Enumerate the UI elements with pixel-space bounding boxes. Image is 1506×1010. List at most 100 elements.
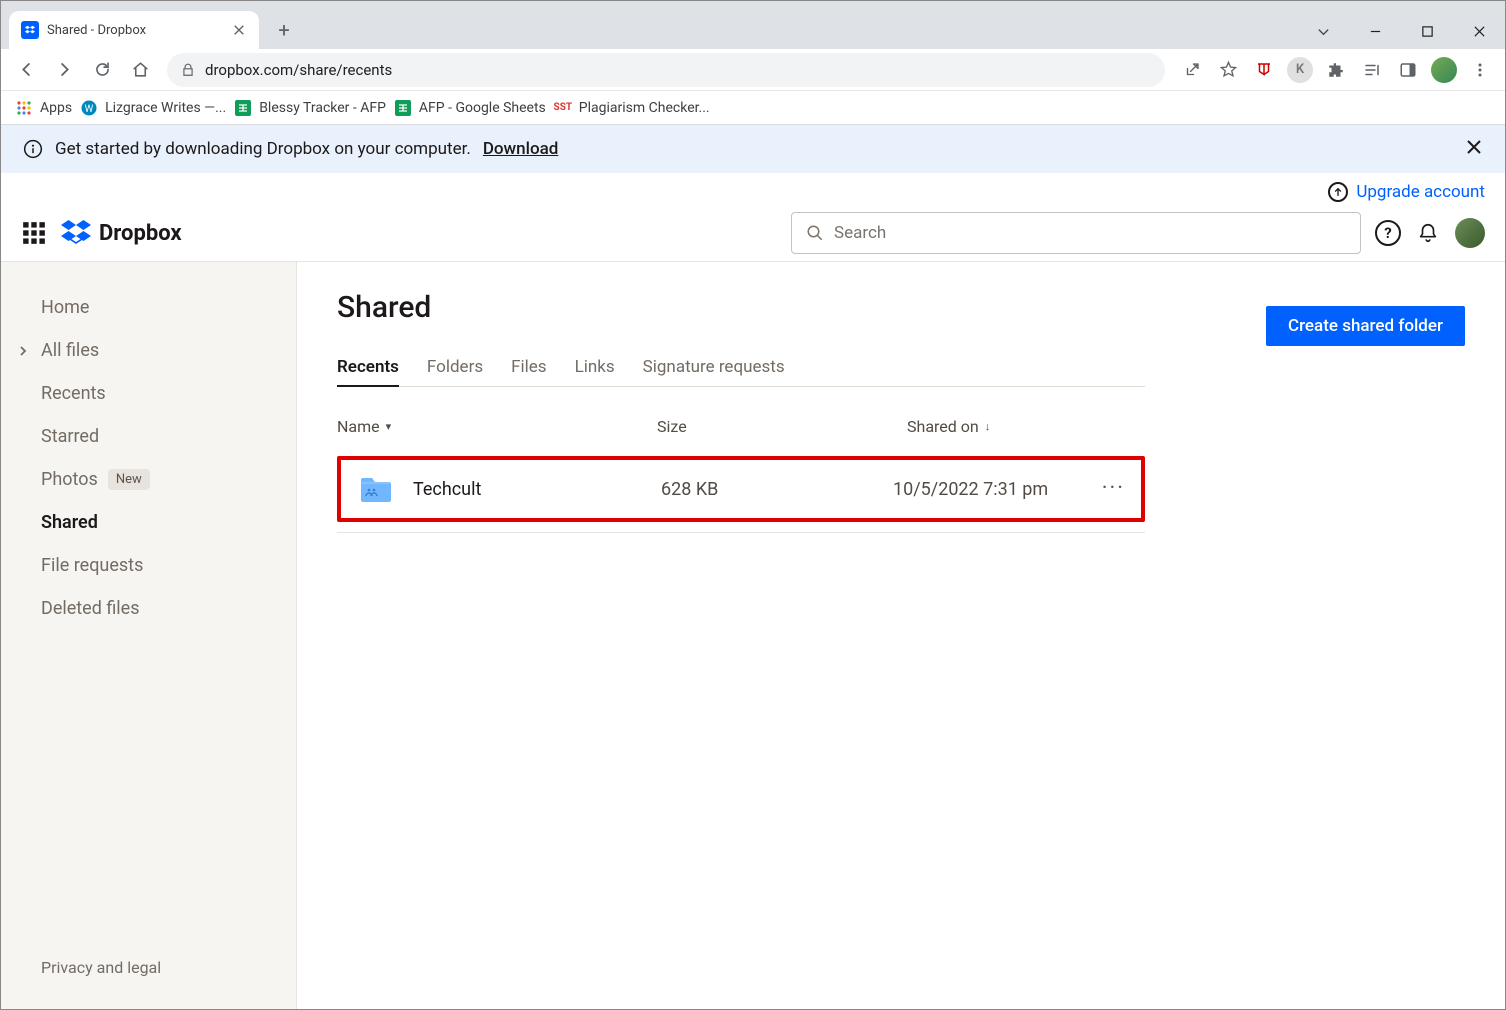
reading-list-icon[interactable] bbox=[1355, 53, 1389, 87]
row-shared-on: 10/5/2022 7:31 pm bbox=[893, 479, 1083, 500]
sidebar-item-label: Starred bbox=[41, 426, 99, 447]
sidebar-item-label: Photos bbox=[41, 469, 98, 490]
tab-files[interactable]: Files bbox=[511, 349, 546, 386]
dropbox-glyph-icon bbox=[61, 220, 91, 246]
url-text: dropbox.com/share/recents bbox=[205, 61, 392, 79]
apps-grid-icon bbox=[15, 99, 33, 117]
tab-signature-requests[interactable]: Signature requests bbox=[643, 349, 785, 386]
bookmark-lizgrace[interactable]: W Lizgrace Writes —... bbox=[80, 99, 226, 117]
extension-avatar[interactable]: K bbox=[1283, 53, 1317, 87]
bookmark-afp-sheets[interactable]: AFP - Google Sheets bbox=[394, 99, 546, 117]
close-tab-icon[interactable] bbox=[231, 22, 247, 38]
back-button[interactable] bbox=[9, 53, 43, 87]
upgrade-account-link[interactable]: Upgrade account bbox=[1356, 182, 1485, 202]
tab-label: Folders bbox=[427, 357, 483, 377]
create-shared-folder-button[interactable]: Create shared folder bbox=[1266, 306, 1465, 346]
content-area: Home All files Recents Starred Photos New… bbox=[1, 261, 1505, 1009]
sidebar-item-deleted-files[interactable]: Deleted files bbox=[1, 587, 296, 630]
help-icon[interactable]: ? bbox=[1375, 220, 1401, 246]
tab-recents[interactable]: Recents bbox=[337, 349, 399, 387]
sidebar-item-label: Home bbox=[41, 297, 89, 318]
highlighted-row: Techcult 628 KB 10/5/2022 7:31 pm ··· bbox=[337, 456, 1145, 522]
sort-caret-icon: ▾ bbox=[386, 420, 392, 433]
bookmark-label: AFP - Google Sheets bbox=[419, 100, 546, 116]
home-button[interactable] bbox=[123, 53, 157, 87]
extensions-icon[interactable] bbox=[1319, 53, 1353, 87]
dismiss-notice-button[interactable] bbox=[1465, 138, 1483, 161]
shared-table: Name ▾ Size Shared on ↓ Techcult 6 bbox=[337, 409, 1145, 533]
browser-tab[interactable]: Shared - Dropbox bbox=[9, 11, 259, 49]
window-title-bar: Shared - Dropbox + bbox=[1, 1, 1505, 49]
bookmark-blessy-tracker[interactable]: Blessy Tracker - AFP bbox=[234, 99, 386, 117]
new-tab-button[interactable]: + bbox=[269, 15, 299, 45]
address-bar[interactable]: dropbox.com/share/recents bbox=[167, 53, 1165, 87]
sort-arrow-down-icon: ↓ bbox=[985, 420, 991, 433]
column-label: Shared on bbox=[907, 417, 979, 436]
logo-wordmark: Dropbox bbox=[99, 221, 182, 246]
sidebar-item-recents[interactable]: Recents bbox=[1, 372, 296, 415]
sidebar-item-shared[interactable]: Shared bbox=[1, 501, 296, 544]
sidebar-item-file-requests[interactable]: File requests bbox=[1, 544, 296, 587]
sidebar-item-starred[interactable]: Starred bbox=[1, 415, 296, 458]
row-divider bbox=[337, 532, 1145, 533]
row-more-actions-icon[interactable]: ··· bbox=[1102, 483, 1125, 495]
tab-title: Shared - Dropbox bbox=[47, 23, 223, 38]
reload-button[interactable] bbox=[85, 53, 119, 87]
bookmark-apps[interactable]: Apps bbox=[15, 99, 72, 117]
account-avatar[interactable] bbox=[1455, 218, 1485, 248]
close-window-button[interactable] bbox=[1453, 13, 1505, 49]
bookmark-label: Blessy Tracker - AFP bbox=[259, 100, 386, 116]
bookmark-plagiarism[interactable]: SST Plagiarism Checker... bbox=[554, 99, 710, 117]
new-badge: New bbox=[108, 469, 150, 490]
sst-icon: SST bbox=[554, 99, 572, 117]
column-label: Name bbox=[337, 417, 380, 436]
chevron-down-icon[interactable] bbox=[1297, 13, 1349, 49]
dropbox-logo[interactable]: Dropbox bbox=[61, 220, 182, 246]
column-header-shared-on[interactable]: Shared on ↓ bbox=[907, 417, 1107, 436]
sidebar-footer-label: Privacy and legal bbox=[41, 958, 161, 977]
sheets-icon bbox=[234, 99, 252, 117]
tab-strip: Shared - Dropbox + bbox=[1, 1, 299, 49]
dropbox-favicon-icon bbox=[21, 21, 39, 39]
sidebar-item-photos[interactable]: Photos New bbox=[1, 458, 296, 501]
sidebar: Home All files Recents Starred Photos New… bbox=[1, 262, 297, 1009]
column-header-name[interactable]: Name ▾ bbox=[337, 417, 657, 436]
mcafee-extension-icon[interactable] bbox=[1247, 53, 1281, 87]
svg-text:W: W bbox=[85, 103, 94, 114]
bookmark-label: Apps bbox=[40, 100, 72, 116]
app-launcher-icon[interactable] bbox=[21, 220, 47, 246]
upgrade-icon bbox=[1328, 182, 1348, 202]
star-icon[interactable] bbox=[1211, 53, 1245, 87]
sheets-icon bbox=[394, 99, 412, 117]
privacy-legal-link[interactable]: Privacy and legal bbox=[1, 958, 296, 991]
sidebar-item-label: Deleted files bbox=[41, 598, 140, 619]
info-icon bbox=[23, 139, 43, 159]
table-row[interactable]: Techcult 628 KB 10/5/2022 7:31 pm ··· bbox=[341, 460, 1141, 518]
main-panel: Shared Create shared folder Recents Fold… bbox=[297, 262, 1505, 1009]
notifications-icon[interactable] bbox=[1415, 220, 1441, 246]
column-header-size[interactable]: Size bbox=[657, 417, 907, 436]
tab-folders[interactable]: Folders bbox=[427, 349, 483, 386]
column-label: Size bbox=[657, 417, 687, 436]
bookmark-label: Lizgrace Writes —... bbox=[105, 100, 226, 116]
window-controls bbox=[1297, 13, 1505, 49]
sidebar-item-home[interactable]: Home bbox=[1, 286, 296, 329]
tab-label: Files bbox=[511, 357, 546, 377]
minimize-button[interactable] bbox=[1349, 13, 1401, 49]
sidebar-item-all-files[interactable]: All files bbox=[1, 329, 296, 372]
profile-avatar[interactable] bbox=[1427, 53, 1461, 87]
row-name: Techcult bbox=[413, 479, 481, 500]
tab-label: Links bbox=[575, 357, 615, 377]
share-icon[interactable] bbox=[1175, 53, 1209, 87]
search-placeholder: Search bbox=[834, 223, 886, 243]
forward-button[interactable] bbox=[47, 53, 81, 87]
side-panel-icon[interactable] bbox=[1391, 53, 1425, 87]
sidebar-item-label: All files bbox=[41, 340, 99, 361]
search-icon bbox=[806, 224, 824, 242]
browser-menu-icon[interactable] bbox=[1463, 53, 1497, 87]
tab-links[interactable]: Links bbox=[575, 349, 615, 386]
search-input[interactable]: Search bbox=[791, 212, 1361, 254]
maximize-button[interactable] bbox=[1401, 13, 1453, 49]
content-tabs: Recents Folders Files Links Signature re… bbox=[337, 349, 1145, 387]
download-link[interactable]: Download bbox=[483, 139, 559, 159]
